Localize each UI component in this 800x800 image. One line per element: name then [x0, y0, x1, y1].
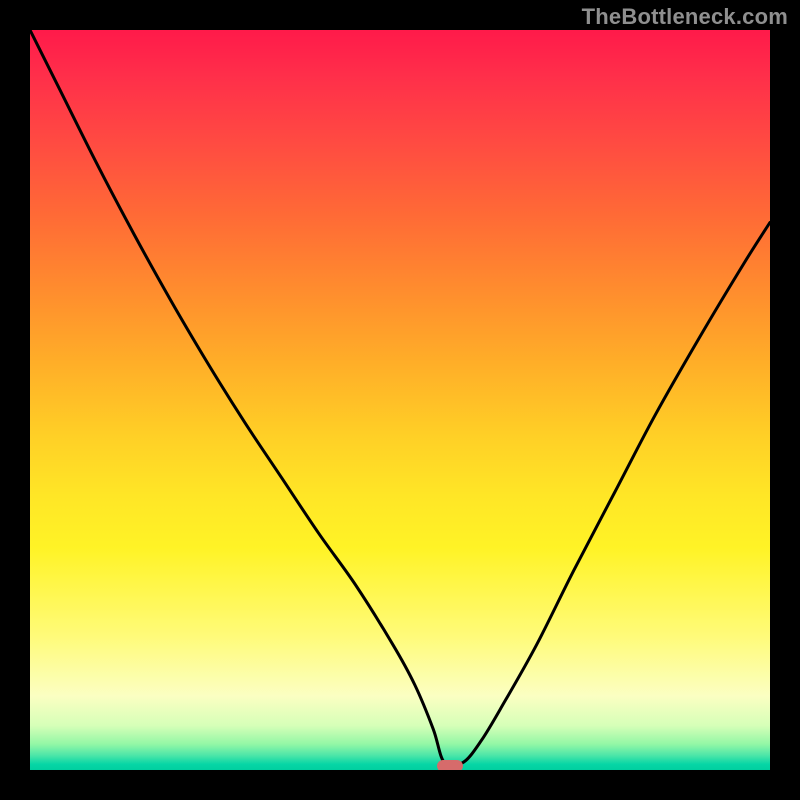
- chart-frame: TheBottleneck.com: [0, 0, 800, 800]
- curve-svg: [30, 30, 770, 770]
- optimum-marker: [437, 760, 463, 770]
- plot-area: [30, 30, 770, 770]
- bottleneck-curve: [30, 30, 770, 766]
- watermark-text: TheBottleneck.com: [582, 4, 788, 30]
